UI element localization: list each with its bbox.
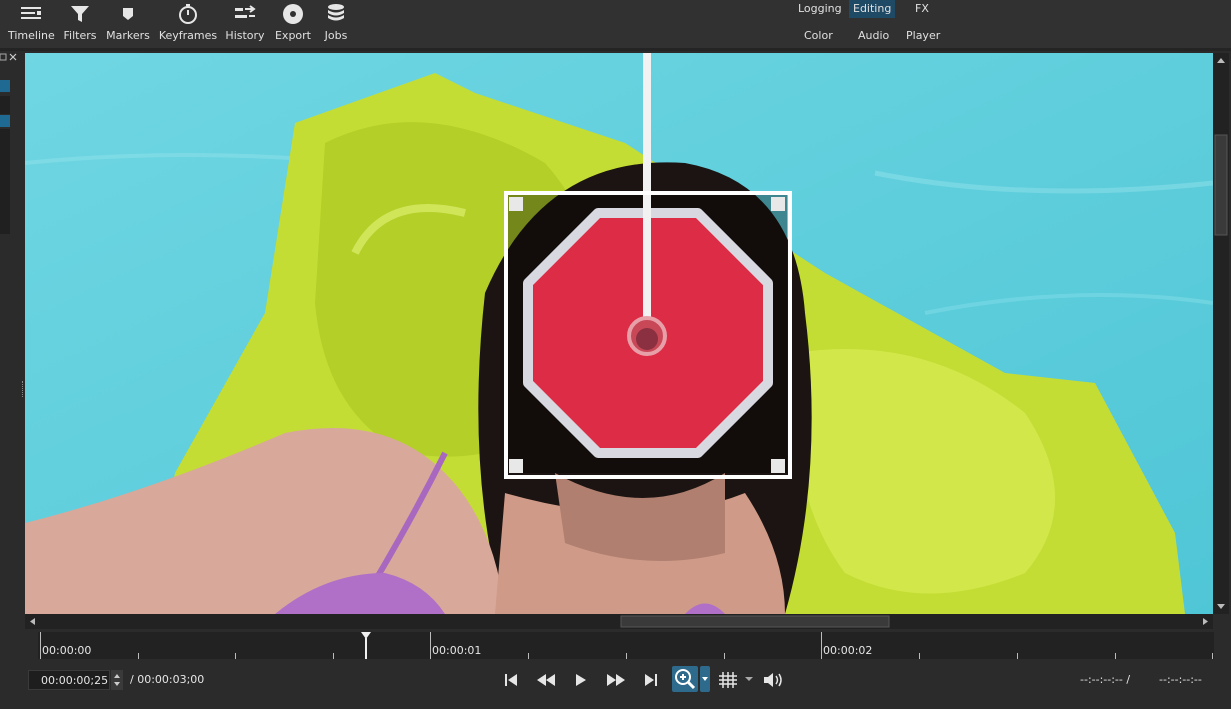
timeline-icon [21,7,41,19]
rotation-handle-line[interactable] [643,53,651,338]
skip-to-end-button[interactable] [639,670,663,690]
transport-bar: 00:00:00;25 / 00:00:03;00 --:--:--:-- / … [0,660,1231,709]
dock-panel [0,129,10,234]
hscroll-thumb[interactable] [620,615,890,628]
rewind-button[interactable] [534,670,558,690]
ruler-label-1: 00:00:01 [432,644,482,657]
history-label: History [225,29,265,42]
in-point-label: --:--:--:-- / [1080,673,1131,686]
zoom-button[interactable] [672,666,698,692]
filter-icon [71,6,89,22]
export-label: Export [274,29,311,42]
layout-player[interactable]: Player [902,27,944,45]
out-point-label: --:--:--:-- [1159,673,1202,686]
play-button[interactable] [569,670,593,690]
vscroll-track [1214,58,1228,609]
ruler-label-0: 00:00:00 [42,644,92,657]
grid-menu-chevron-icon[interactable] [744,674,754,684]
grid-icon [719,672,737,688]
scroll-down-icon [1217,604,1225,609]
rewind-icon [537,674,555,686]
history-icon [235,5,256,18]
time-spinner[interactable] [111,670,123,690]
skip-start-icon [505,674,517,686]
skip-end-icon [645,674,657,686]
dock-tab-active-2[interactable] [0,115,10,127]
video-viewer [25,53,1213,614]
volume-button[interactable] [761,670,785,690]
timeline-label: Timeline [8,29,55,42]
chevron-down-icon [702,677,708,681]
scroll-up-icon [1217,58,1225,63]
vscroll-thumb[interactable] [1214,134,1228,236]
export-button[interactable]: Export [273,0,313,48]
dock-tab[interactable] [0,96,10,114]
play-icon [576,674,586,686]
ruler-label-2: 00:00:02 [823,644,873,657]
jobs-label: Jobs [324,29,348,42]
timeline-button[interactable]: Timeline [8,0,55,48]
layout-color[interactable]: Color [800,27,837,45]
hscroll-track [30,615,1208,628]
playhead[interactable] [360,632,372,659]
keyframes-label: Keyframes [158,29,218,42]
corner-handle-br[interactable] [771,459,785,473]
time-ruler[interactable]: 00:00:00 00:00:01 00:00:02 [38,632,1214,659]
duration-label: / 00:00:03;00 [130,673,205,686]
layout-logging[interactable]: Logging [794,0,846,18]
layout-audio[interactable]: Audio [854,27,893,45]
filters-label: Filters [63,29,97,42]
fast-forward-button[interactable] [604,670,628,690]
disc-icon [283,4,303,24]
corner-handle-tl[interactable] [509,197,523,211]
fast-forward-icon [607,674,625,686]
zoom-icon [675,669,696,690]
stopwatch-icon [179,4,197,24]
zoom-menu-button[interactable] [700,666,710,692]
marker-icon [123,8,133,20]
toolbar-separator [0,48,1231,51]
layout-editing[interactable]: Editing [849,0,896,18]
jobs-button[interactable]: Jobs [320,0,352,48]
corner-handle-tr[interactable] [771,197,785,211]
speaker-icon [764,673,782,687]
vertical-scrollbar[interactable] [1213,53,1229,614]
horizontal-scrollbar[interactable] [25,614,1213,629]
scroll-right-icon [1203,618,1208,625]
scroll-left-icon [30,618,35,625]
history-button[interactable]: History [225,0,265,48]
layout-fx[interactable]: FX [911,0,933,18]
markers-button[interactable]: Markers [106,0,150,48]
main-toolbar: Timeline Filters Markers Keyframes Histo… [0,0,1231,48]
float-close-icon[interactable] [0,53,20,63]
grid-button[interactable] [716,670,740,690]
keyframes-button[interactable]: Keyframes [158,0,218,48]
markers-label: Markers [106,29,150,42]
database-icon [328,4,344,21]
dock-tab-active[interactable] [0,80,10,92]
left-dock [0,51,25,631]
mask-overlay[interactable] [503,53,793,483]
corner-handle-bl[interactable] [509,459,523,473]
filters-button[interactable]: Filters [62,0,98,48]
current-time-field[interactable]: 00:00:00;25 [28,670,110,690]
skip-to-start-button[interactable] [499,670,523,690]
